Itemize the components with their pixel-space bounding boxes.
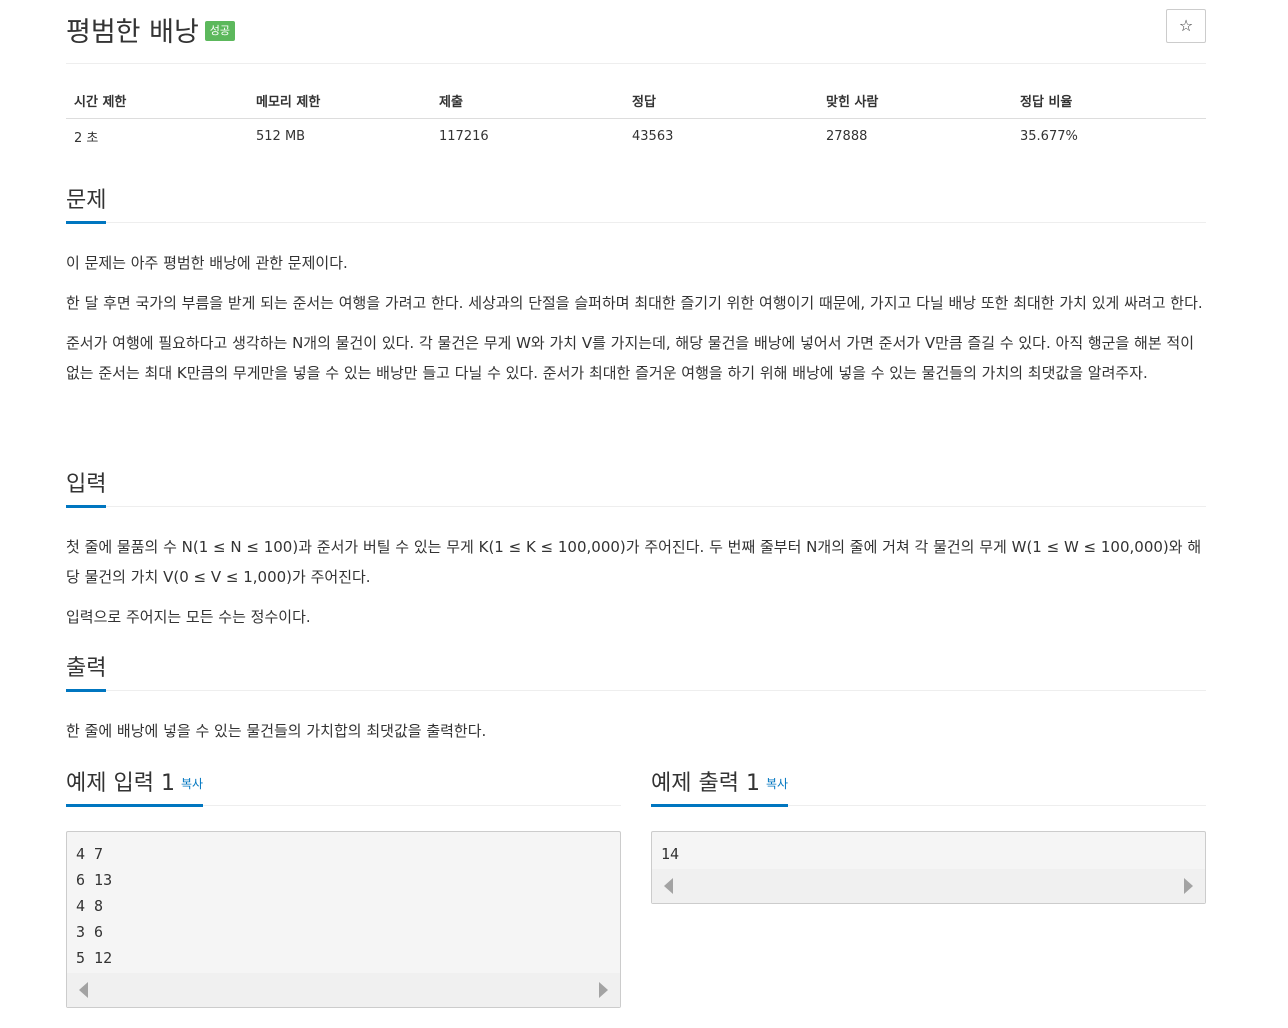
problem-title: 평범한 배낭 xyxy=(66,17,199,48)
problem-paragraph: 준서가 여행에 필요하다고 생각하는 N개의 물건이 있다. 각 물건은 무게 … xyxy=(66,334,1195,382)
problem-paragraph: 한 달 후면 국가의 부름을 받게 되는 준서는 여행을 가려고 한다. 세상과… xyxy=(66,294,1203,312)
problem-info-table: 시간 제한 메모리 제한 제출 정답 맞힌 사람 정답 비율 2 초 512 M… xyxy=(66,84,1206,154)
copy-example-output-link[interactable]: 복사 xyxy=(766,777,788,791)
page-title: 평범한 배낭 성공 xyxy=(66,10,236,49)
input-paragraph: 첫 줄에 물품의 수 N(1 ≤ N ≤ 100)과 준서가 버틸 수 있는 무… xyxy=(66,538,1202,586)
value-solved-users: 27888 xyxy=(826,128,868,144)
star-icon: ☆ xyxy=(1178,16,1194,35)
example-output-panel: 예제 출력 1 복사 14 xyxy=(651,768,1206,904)
horizontal-scrollbar[interactable] xyxy=(67,973,620,1007)
example-output-header: 예제 출력 1 복사 xyxy=(651,768,1206,807)
output-section-header: 출력 xyxy=(66,653,1206,692)
value-time-limit: 2 초 xyxy=(74,130,99,146)
status-badge: 성공 xyxy=(204,20,236,41)
input-description: 첫 줄에 물품의 수 N(1 ≤ N ≤ 100)과 준서가 버틸 수 있는 무… xyxy=(66,532,1211,642)
horizontal-scrollbar[interactable] xyxy=(652,869,1205,903)
value-submissions: 117216 xyxy=(439,128,489,144)
info-table-row: 2 초 512 MB 117216 43563 27888 35.677% xyxy=(66,118,1206,154)
info-table-header-row: 시간 제한 메모리 제한 제출 정답 맞힌 사람 정답 비율 xyxy=(66,84,1206,119)
copy-example-input-link[interactable]: 복사 xyxy=(181,777,203,791)
scroll-right-arrow-icon[interactable] xyxy=(599,982,608,998)
problem-paragraph: 이 문제는 아주 평범한 배낭에 관한 문제이다. xyxy=(66,254,348,272)
example-output-heading: 예제 출력 1 복사 xyxy=(651,769,789,807)
example-input-heading: 예제 입력 1 복사 xyxy=(66,769,204,807)
output-paragraph: 한 줄에 배낭에 넣을 수 있는 물건들의 가치합의 최댓값을 출력한다. xyxy=(66,722,487,740)
header-submissions: 제출 xyxy=(431,84,624,119)
scroll-left-arrow-icon[interactable] xyxy=(664,878,673,894)
scroll-right-arrow-icon[interactable] xyxy=(1184,878,1193,894)
header-accept-ratio: 정답 비율 xyxy=(1012,84,1206,119)
example-output-code: 14 xyxy=(661,845,680,863)
value-accepted: 43563 xyxy=(632,128,674,144)
header-accepted: 정답 xyxy=(624,84,818,119)
header-solved-users: 맞힌 사람 xyxy=(818,84,1012,119)
scroll-left-arrow-icon[interactable] xyxy=(79,982,88,998)
input-heading: 입력 xyxy=(66,470,107,508)
value-memory-limit: 512 MB xyxy=(256,128,306,144)
header-memory-limit: 메모리 제한 xyxy=(248,84,431,119)
problem-section-header: 문제 xyxy=(66,185,1206,224)
example-input-code: 4 7 6 13 4 8 3 6 5 12 xyxy=(76,845,113,967)
problem-header: 평범한 배낭 성공 ☆ xyxy=(66,8,1206,64)
input-paragraph: 입력으로 주어지는 모든 수는 정수이다. xyxy=(66,608,311,626)
header-time-limit: 시간 제한 xyxy=(66,84,248,119)
output-heading: 출력 xyxy=(66,654,107,692)
favorite-star-button[interactable]: ☆ xyxy=(1166,9,1206,43)
example-input-title: 예제 입력 1 xyxy=(66,771,175,796)
example-input-box[interactable]: 4 7 6 13 4 8 3 6 5 12 xyxy=(66,831,621,1008)
output-description: 한 줄에 배낭에 넣을 수 있는 물건들의 가치합의 최댓값을 출력한다. xyxy=(66,716,1211,756)
example-output-title: 예제 출력 1 xyxy=(651,771,760,796)
problem-description: 이 문제는 아주 평범한 배낭에 관한 문제이다. 한 달 후면 국가의 부름을… xyxy=(66,248,1211,398)
input-section-header: 입력 xyxy=(66,469,1206,508)
example-input-panel: 예제 입력 1 복사 4 7 6 13 4 8 3 6 5 12 xyxy=(66,768,621,1008)
example-output-box[interactable]: 14 xyxy=(651,831,1206,904)
example-input-header: 예제 입력 1 복사 xyxy=(66,768,621,807)
problem-heading: 문제 xyxy=(66,186,107,224)
value-accept-ratio: 35.677% xyxy=(1020,128,1078,144)
